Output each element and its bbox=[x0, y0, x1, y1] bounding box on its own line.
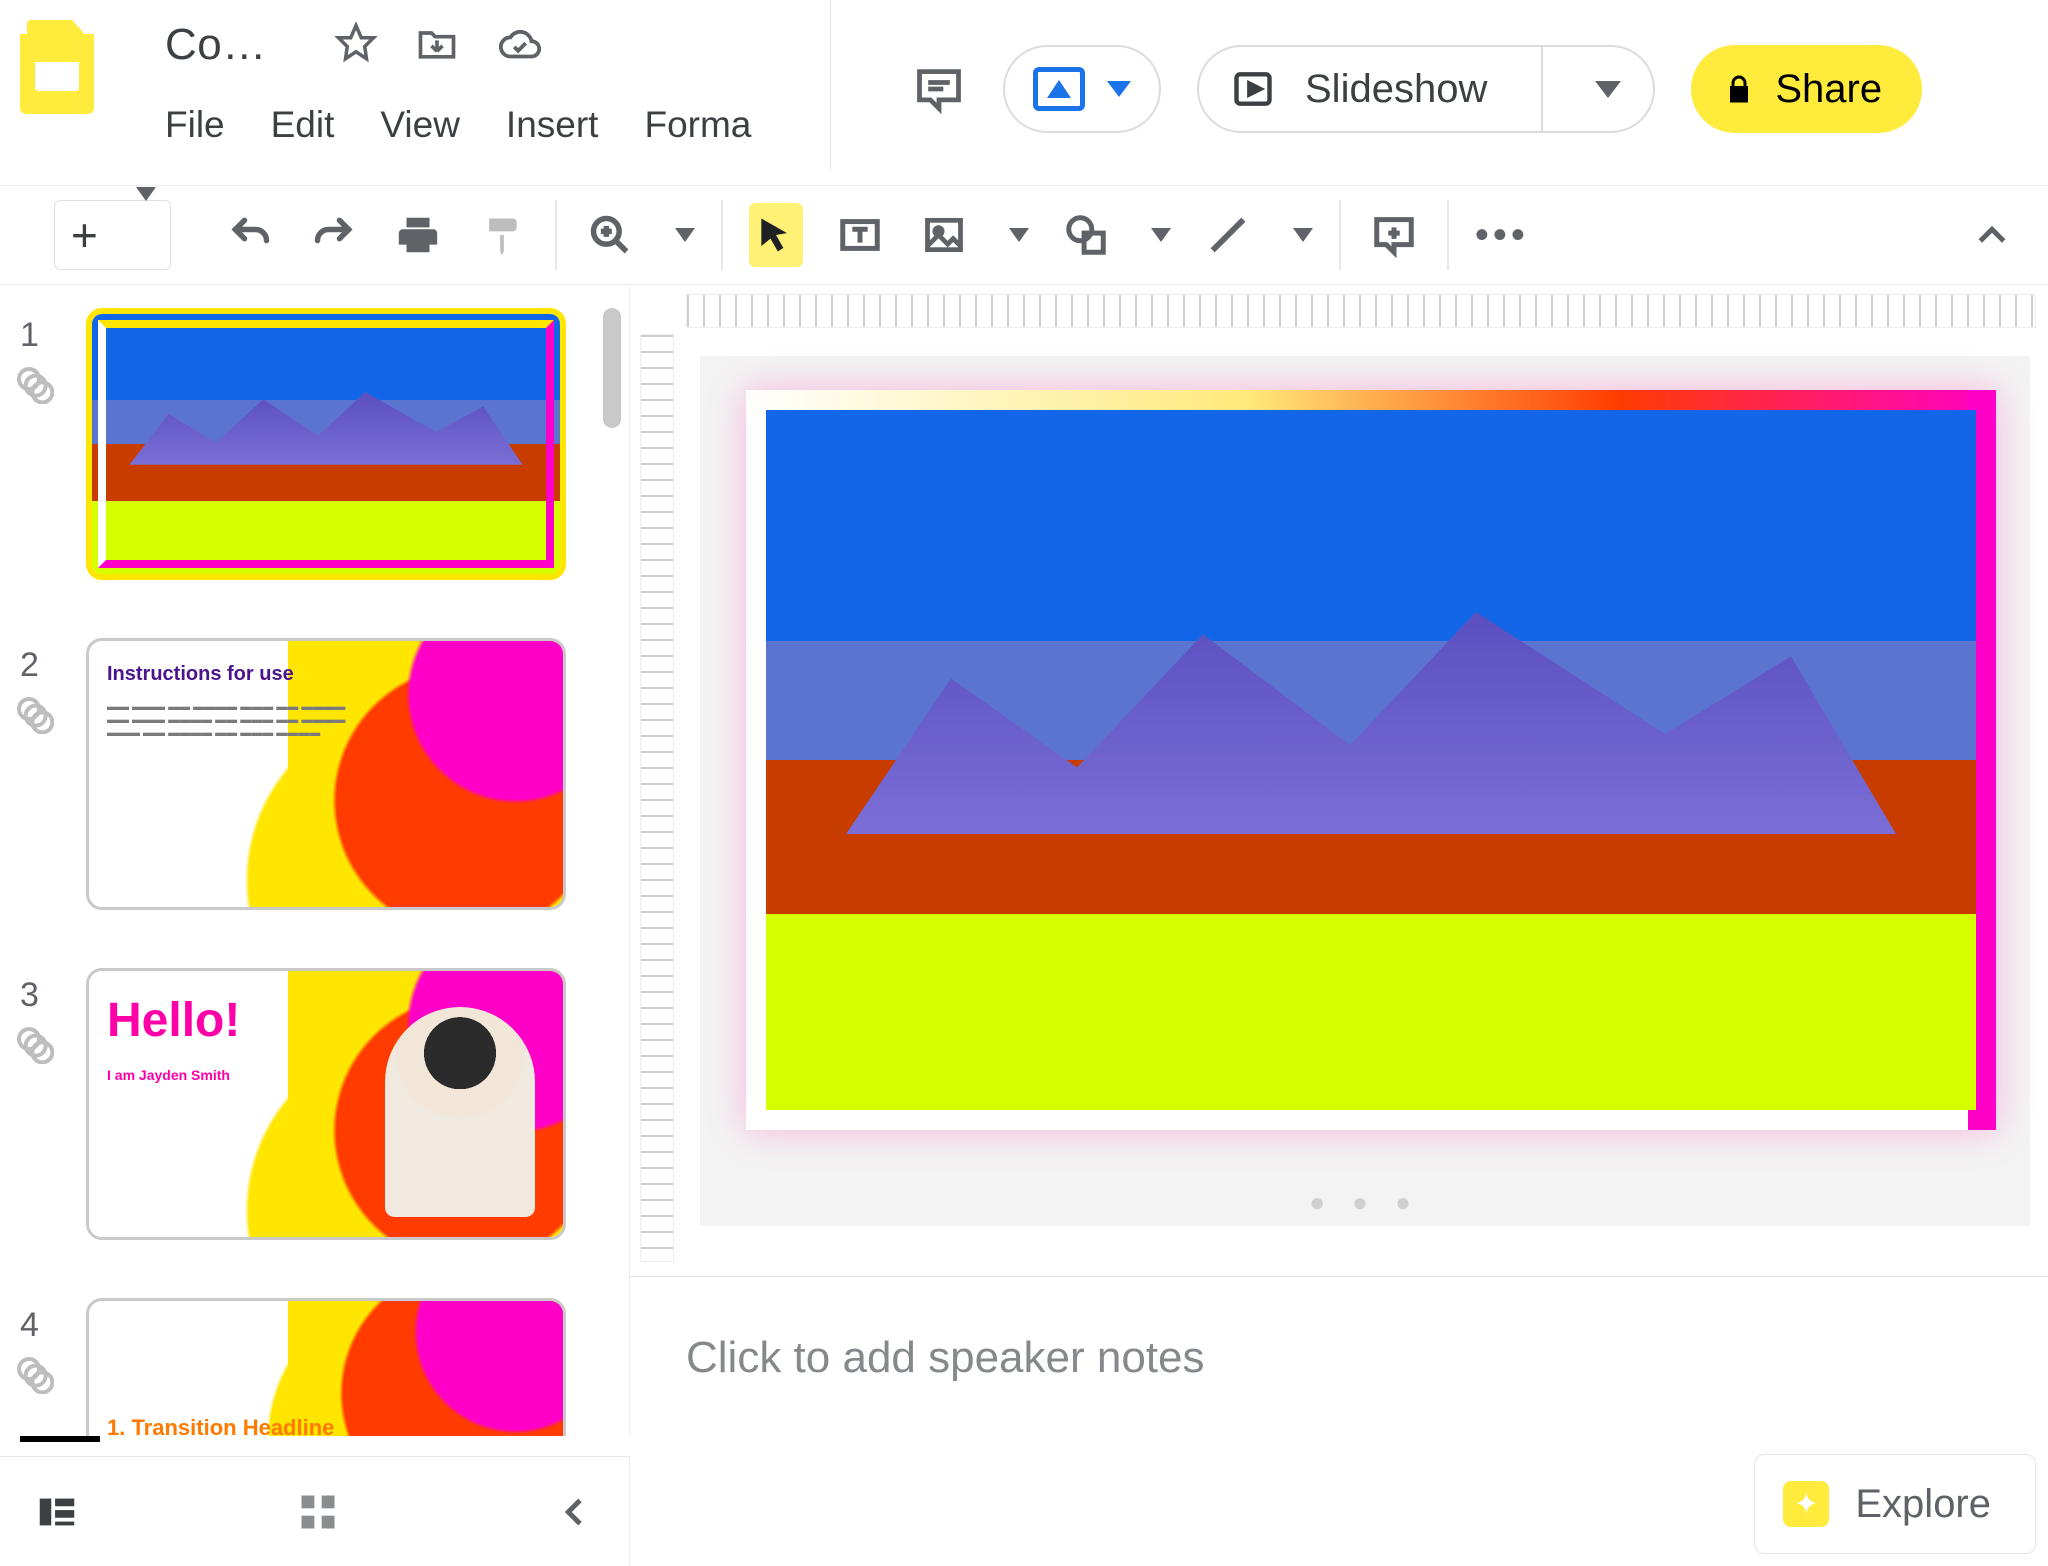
chevron-down-icon[interactable] bbox=[1151, 228, 1171, 242]
share-button[interactable]: Share bbox=[1691, 45, 1922, 133]
decorative-bar bbox=[20, 1436, 100, 1442]
slide-number: 2 bbox=[20, 646, 39, 685]
cloud-status-icon[interactable] bbox=[497, 22, 543, 68]
present-dropdown[interactable] bbox=[1003, 45, 1161, 133]
filmstrip-bottom-bar bbox=[0, 1456, 630, 1566]
menu-edit[interactable]: Edit bbox=[271, 104, 335, 146]
chevron-down-icon[interactable] bbox=[114, 201, 170, 269]
share-label: Share bbox=[1775, 67, 1882, 112]
plus-icon: + bbox=[55, 208, 114, 262]
speaker-notes-placeholder: Click to add speaker notes bbox=[686, 1333, 1205, 1383]
chevron-down-icon[interactable] bbox=[1009, 228, 1029, 242]
textbox-button[interactable] bbox=[833, 203, 887, 267]
canvas-area: ● ● ● bbox=[630, 286, 2048, 1276]
slide-thumbnail[interactable]: 1. Transition Headline bbox=[86, 1298, 566, 1436]
new-slide-button[interactable]: + bbox=[54, 200, 171, 270]
slideshow-button[interactable]: Slideshow bbox=[1197, 45, 1655, 133]
line-button[interactable] bbox=[1201, 203, 1255, 267]
menu-format[interactable]: Forma bbox=[644, 104, 751, 146]
chevron-down-icon bbox=[1107, 81, 1131, 97]
document-title[interactable]: Co… bbox=[165, 20, 267, 70]
explore-label: Explore bbox=[1855, 1482, 1991, 1527]
collapse-toolbar-button[interactable] bbox=[1972, 216, 2012, 256]
menu-view[interactable]: View bbox=[380, 104, 460, 146]
chevron-down-icon[interactable] bbox=[1293, 228, 1313, 242]
star-icon[interactable] bbox=[335, 22, 377, 68]
filmstrip-scrollbar[interactable] bbox=[603, 308, 621, 428]
animation-indicator-icon bbox=[14, 1024, 54, 1064]
collapse-filmstrip-button[interactable] bbox=[555, 1492, 595, 1532]
animation-indicator-icon bbox=[14, 364, 54, 404]
canvas-pager-dots: ● ● ● bbox=[1309, 1187, 1421, 1218]
vertical-ruler[interactable] bbox=[640, 334, 674, 1262]
horizontal-ruler[interactable] bbox=[686, 294, 2036, 328]
redo-button[interactable] bbox=[307, 203, 361, 267]
explore-spark-icon bbox=[1783, 1481, 1829, 1527]
play-in-frame-icon bbox=[1231, 67, 1275, 111]
person-graphic bbox=[385, 1007, 535, 1217]
lock-icon bbox=[1721, 71, 1757, 107]
current-slide[interactable] bbox=[746, 390, 1996, 1130]
grid-view-button[interactable] bbox=[296, 1490, 340, 1534]
slide-number: 1 bbox=[20, 316, 39, 355]
slides-logo-icon bbox=[20, 20, 95, 120]
image-button[interactable] bbox=[917, 203, 971, 267]
animation-indicator-icon bbox=[14, 1354, 54, 1394]
zoom-button[interactable] bbox=[583, 203, 637, 267]
animation-indicator-icon bbox=[14, 694, 54, 734]
paint-format-button[interactable] bbox=[475, 203, 529, 267]
filmstrip: 1 2 Instructions for use ▬▬ ▬▬▬ ▬▬ ▬▬▬▬ … bbox=[0, 286, 630, 1436]
chevron-down-icon[interactable] bbox=[675, 228, 695, 242]
print-button[interactable] bbox=[391, 203, 445, 267]
slide-number: 4 bbox=[20, 1306, 39, 1345]
thumb-body: ▬▬ ▬▬▬ ▬▬ ▬▬▬▬ ▬▬▬ ▬▬ ▬▬▬▬ ▬▬ ▬▬▬ ▬▬▬▬ ▬… bbox=[107, 701, 363, 741]
slide-canvas[interactable]: ● ● ● bbox=[700, 356, 2030, 1226]
thumb-subtitle: I am Jayden Smith bbox=[107, 1067, 230, 1083]
menu-file[interactable]: File bbox=[165, 104, 225, 146]
select-tool-button[interactable] bbox=[749, 203, 803, 267]
thumb-title: 1. Transition Headline bbox=[107, 1415, 334, 1436]
slide-thumbnail[interactable] bbox=[86, 308, 566, 580]
menu-insert[interactable]: Insert bbox=[506, 104, 599, 146]
slideshow-label: Slideshow bbox=[1305, 67, 1487, 112]
thumb-title: Hello! bbox=[107, 993, 240, 1048]
move-to-folder-icon[interactable] bbox=[415, 22, 459, 68]
explore-button[interactable]: Explore bbox=[1754, 1454, 2036, 1554]
shape-button[interactable] bbox=[1059, 203, 1113, 267]
undo-button[interactable] bbox=[223, 203, 277, 267]
more-tools-button[interactable]: ••• bbox=[1475, 203, 1529, 267]
present-upload-icon bbox=[1033, 67, 1085, 111]
slide-number: 3 bbox=[20, 976, 39, 1015]
slide-thumbnail[interactable]: Instructions for use ▬▬ ▬▬▬ ▬▬ ▬▬▬▬ ▬▬▬ … bbox=[86, 638, 566, 910]
filmstrip-view-button[interactable] bbox=[34, 1489, 80, 1535]
slide-thumbnail[interactable]: Hello! I am Jayden Smith bbox=[86, 968, 566, 1240]
add-comment-button[interactable] bbox=[1367, 203, 1421, 267]
chevron-down-icon[interactable] bbox=[1595, 81, 1621, 98]
menu-bar: File Edit View Insert Forma bbox=[165, 104, 751, 146]
open-comments-button[interactable] bbox=[911, 61, 967, 117]
thumb-title: Instructions for use bbox=[107, 663, 294, 686]
main-toolbar: + • bbox=[0, 185, 2048, 285]
